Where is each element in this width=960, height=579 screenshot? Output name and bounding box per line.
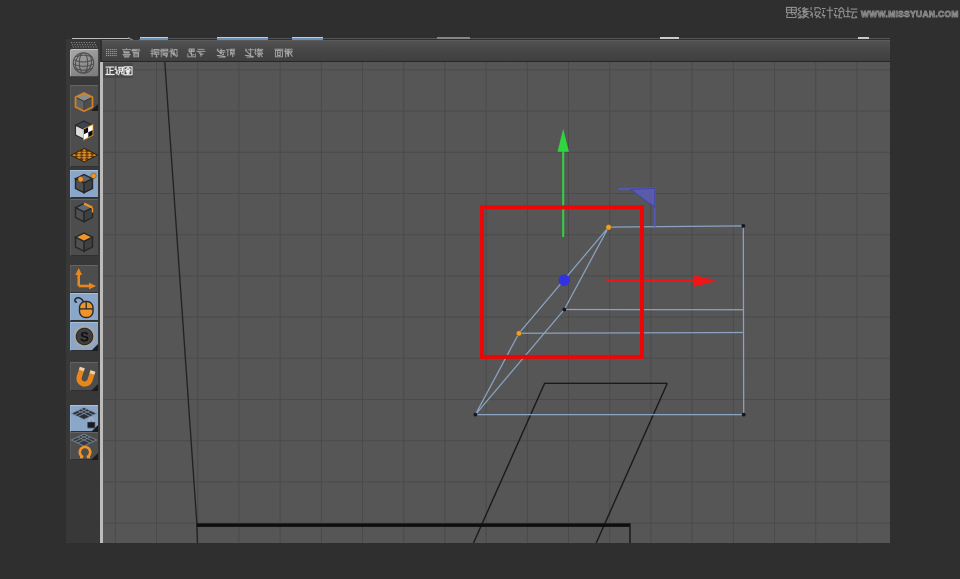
svg-text:S: S — [79, 330, 88, 345]
